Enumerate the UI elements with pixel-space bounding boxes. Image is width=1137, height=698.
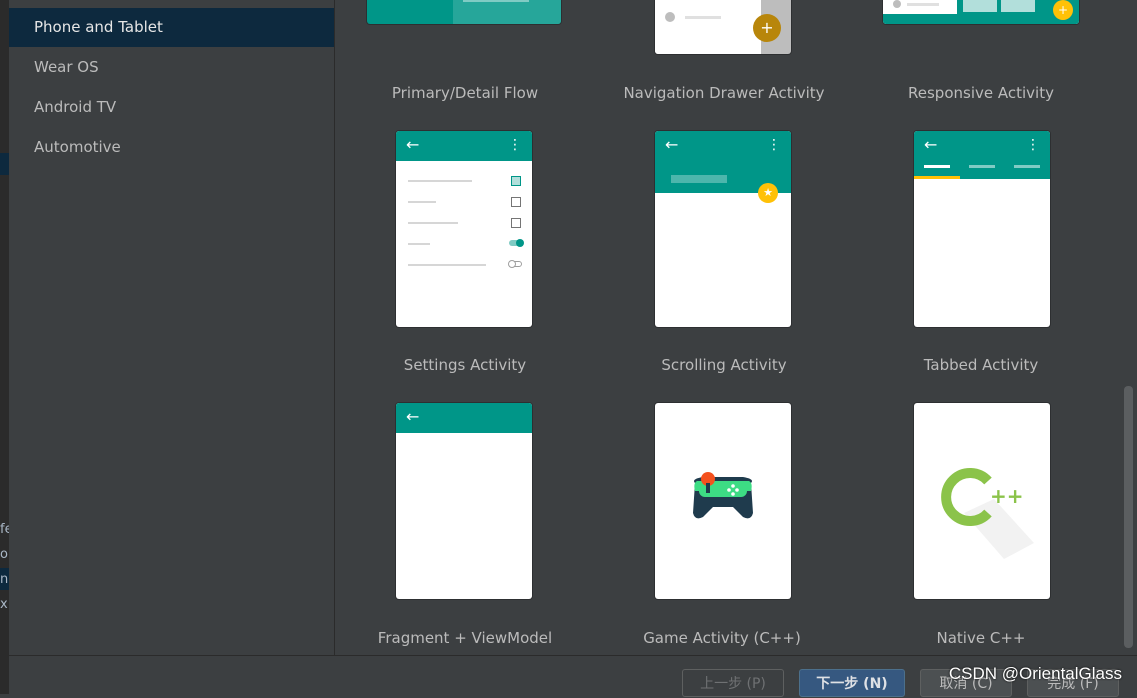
background-text: x (0, 597, 8, 612)
background-selection (0, 153, 9, 175)
template-preview (655, 403, 791, 599)
grid-scrollbar-thumb[interactable] (1124, 386, 1133, 648)
sidebar-item-automotive[interactable]: Automotive (9, 128, 334, 167)
sidebar-item-phone-and-tablet[interactable]: Phone and Tablet (9, 8, 334, 47)
back-arrow-icon: ← (406, 135, 420, 154)
fab-add-icon: + (1053, 0, 1073, 20)
template-preview: + (883, 0, 1079, 24)
template-preview: ← ⋮ (396, 131, 532, 327)
template-label: Settings Activity (403, 356, 527, 374)
template-preview: + (655, 0, 791, 54)
background-text: n (0, 572, 9, 587)
template-label: Native C++ (936, 629, 1026, 647)
sidebar-item-android-tv[interactable]: Android TV (9, 88, 334, 127)
cpp-logo-icon: ++ (941, 468, 1034, 559)
back-arrow-icon: ← (406, 407, 420, 426)
csdn-watermark: CSDN @OrientalGlass (948, 664, 1122, 683)
next-button[interactable]: 下一步 (N) (799, 669, 905, 697)
template-label: Scrolling Activity (661, 356, 787, 374)
tab-indicator (924, 165, 950, 168)
template-label: Tabbed Activity (923, 356, 1039, 374)
back-arrow-icon: ← (924, 135, 938, 154)
background-ide-strip: fe o n x (0, 0, 9, 694)
template-preview: ++ (914, 403, 1050, 599)
template-label: Primary/Detail Flow (391, 84, 539, 102)
template-preview: ← ⋮ (914, 131, 1050, 327)
background-text: fe (0, 522, 9, 537)
template-label: Game Activity (C++) (643, 629, 801, 647)
back-arrow-icon: ← (665, 135, 679, 154)
template-preview: ← ⋮ ★ (655, 131, 791, 327)
more-vert-icon: ⋮ (767, 137, 781, 153)
template-grid: Primary/Detail Flow + Navigation Drawer … (335, 0, 1122, 655)
form-factor-sidebar: Phone and Tablet Wear OS Android TV Auto… (9, 0, 335, 655)
svg-text:++: ++ (990, 484, 1024, 508)
template-label: Navigation Drawer Activity (623, 84, 825, 102)
template-label: Responsive Activity (908, 84, 1054, 102)
background-text: o (0, 547, 8, 562)
template-preview (367, 0, 561, 24)
fab-star-icon: ★ (758, 183, 778, 203)
more-vert-icon: ⋮ (1026, 137, 1040, 153)
template-preview: ← (396, 403, 532, 599)
gamepad-icon (693, 472, 753, 519)
more-vert-icon: ⋮ (508, 137, 522, 153)
previous-button[interactable]: 上一步 (P) (682, 669, 784, 697)
fab-add-icon: + (753, 14, 781, 42)
sidebar-item-wear-os[interactable]: Wear OS (9, 48, 334, 87)
template-label: Fragment + ViewModel (377, 629, 553, 647)
